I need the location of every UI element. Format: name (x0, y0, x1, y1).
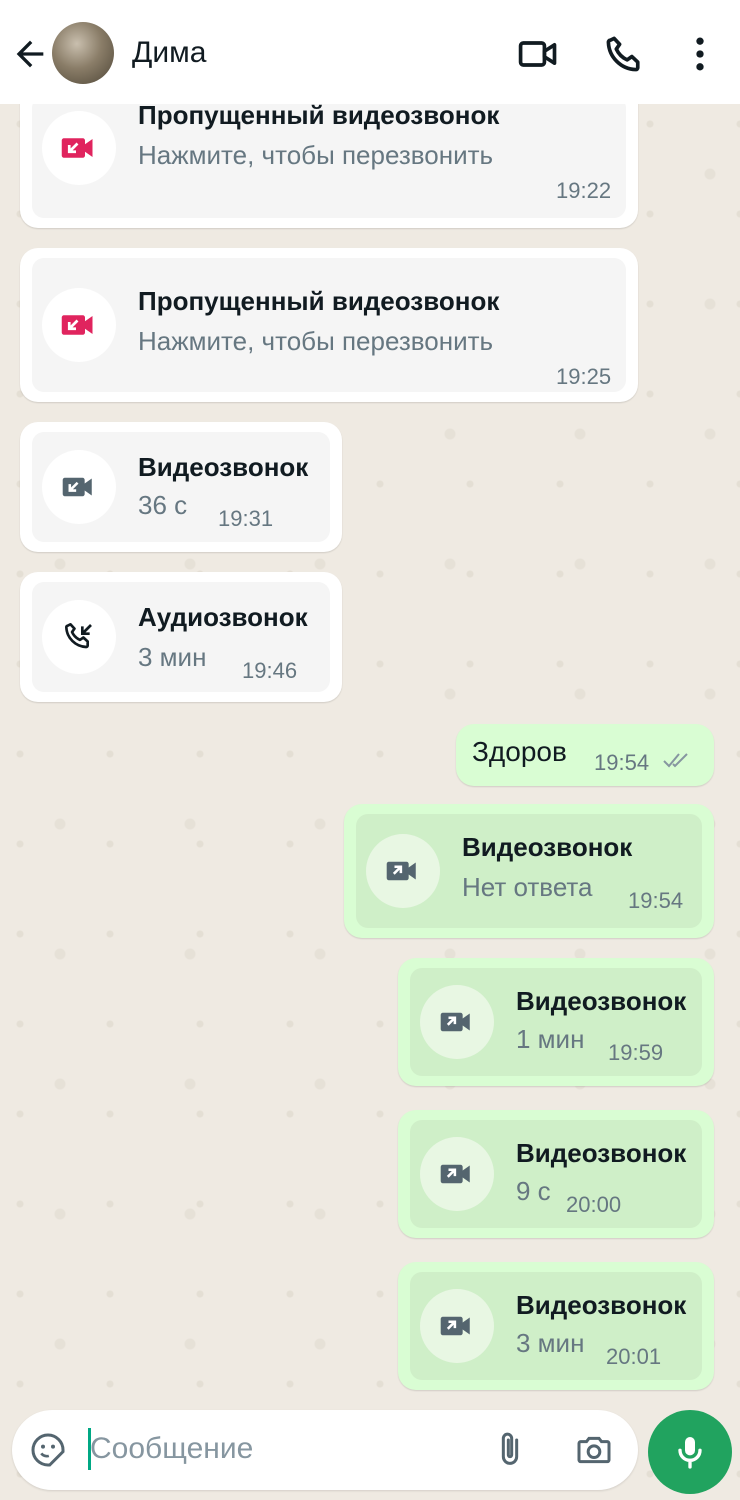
call-message[interactable]: Пропущенный видеозвонок Нажмите, чтобы п… (20, 86, 638, 228)
call-message[interactable]: Пропущенный видеозвонок Нажмите, чтобы п… (20, 248, 638, 402)
message-text: Здоров (472, 736, 567, 767)
outgoing-video-icon (440, 1012, 470, 1032)
call-card: Видеозвонок Нет ответа 19:54 (356, 814, 702, 928)
read-ticks-icon (663, 753, 688, 768)
message-input[interactable]: Сообщение (90, 1432, 253, 1466)
call-message[interactable]: Видеозвонок Нет ответа 19:54 (344, 804, 714, 938)
call-icon-circle (42, 111, 116, 185)
outgoing-video-icon (440, 1164, 470, 1184)
call-title: Видеозвонок (138, 452, 309, 482)
message-time: 20:01 (606, 1344, 662, 1369)
call-card: Пропущенный видеозвонок Нажмите, чтобы п… (32, 96, 626, 218)
mic-button[interactable] (648, 1410, 732, 1494)
camera-icon[interactable] (574, 1430, 614, 1470)
call-title: Видеозвонок (516, 1138, 687, 1168)
message-input-bar: Сообщение (12, 1410, 638, 1490)
call-subtitle: 1 мин (516, 1024, 585, 1054)
chat-header: Дима (0, 0, 740, 104)
call-card: Видеозвонок 3 мин 20:01 (410, 1272, 702, 1380)
call-subtitle: Нажмите, чтобы перезвонить (138, 326, 494, 356)
incoming-audio-icon (65, 623, 92, 649)
call-title: Пропущенный видеозвонок (138, 100, 500, 130)
mic-icon (678, 1437, 702, 1469)
incoming-video-icon (62, 477, 92, 497)
message-time: 19:22 (556, 178, 612, 203)
contact-name[interactable]: Дима (132, 36, 206, 70)
call-card: Видеозвонок 36 с 19:31 (32, 432, 330, 542)
call-icon-circle (42, 600, 116, 674)
call-icon-circle (42, 288, 116, 362)
message-time: 19:59 (608, 1040, 664, 1065)
call-message[interactable]: Видеозвонок 1 мин 19:59 (398, 958, 714, 1086)
call-subtitle: 36 с (138, 490, 188, 520)
call-card: Аудиозвонок 3 мин 19:46 (32, 582, 330, 692)
message-time: 19:31 (218, 506, 274, 531)
missed-video-icon (61, 138, 93, 158)
video-call-icon[interactable] (516, 32, 560, 76)
outgoing-video-icon (386, 861, 416, 881)
call-icon-circle (420, 1289, 494, 1363)
call-title: Аудиозвонок (138, 602, 308, 632)
call-subtitle: Нажмите, чтобы перезвонить (138, 140, 494, 170)
call-icon-circle (420, 1137, 494, 1211)
call-subtitle: 9 с (516, 1176, 551, 1206)
call-message[interactable]: Аудиозвонок 3 мин 19:46 (20, 572, 342, 702)
avatar[interactable] (52, 22, 114, 84)
call-title: Видеозвонок (516, 1290, 687, 1320)
back-arrow-icon[interactable] (10, 34, 50, 74)
text-message[interactable]: Здоров 19:54 (456, 724, 714, 786)
missed-video-icon (61, 315, 93, 335)
call-title: Пропущенный видеозвонок (138, 286, 500, 316)
message-time: 19:54 (628, 888, 684, 913)
call-message[interactable]: Видеозвонок 3 мин 20:01 (398, 1262, 714, 1390)
call-title: Видеозвонок (462, 832, 633, 862)
call-card: Видеозвонок 9 с 20:00 (410, 1120, 702, 1228)
message-time: 19:25 (556, 364, 612, 389)
call-icon-circle (42, 450, 116, 524)
call-card: Пропущенный видеозвонок Нажмите, чтобы п… (32, 258, 626, 392)
message-time: 19:46 (242, 658, 298, 683)
call-subtitle: 3 мин (138, 642, 207, 672)
message-time: 20:00 (566, 1192, 622, 1217)
call-icon-circle (420, 985, 494, 1059)
phone-icon[interactable] (602, 32, 646, 76)
call-message[interactable]: Видеозвонок 36 с 19:31 (20, 422, 342, 552)
call-message[interactable]: Видеозвонок 9 с 20:00 (398, 1110, 714, 1238)
call-title: Видеозвонок (516, 986, 687, 1016)
call-subtitle: Нет ответа (462, 872, 593, 902)
more-vert-icon[interactable] (678, 32, 722, 76)
call-card: Видеозвонок 1 мин 19:59 (410, 968, 702, 1076)
sticker-icon[interactable] (28, 1430, 68, 1470)
call-icon-circle (366, 834, 440, 908)
outgoing-video-icon (440, 1316, 470, 1336)
attach-icon[interactable] (490, 1430, 530, 1470)
call-subtitle: 3 мин (516, 1328, 585, 1358)
message-time: 19:54 (594, 750, 650, 775)
